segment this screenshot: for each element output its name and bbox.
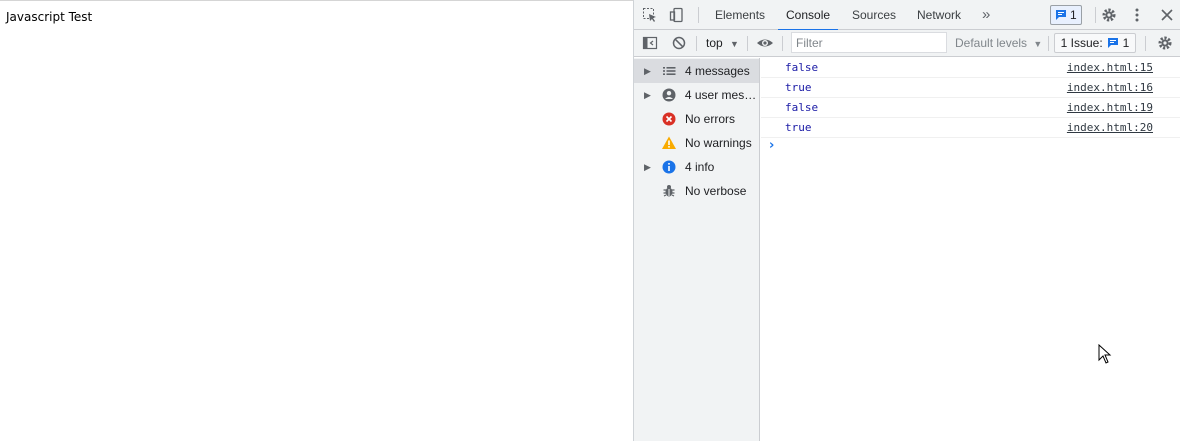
more-vert-icon[interactable] (1129, 7, 1145, 23)
chevron-down-icon: ▼ (730, 39, 739, 49)
console-messages: false index.html:15 true index.html:16 f… (761, 58, 1180, 441)
mouse-cursor-icon (1098, 343, 1112, 367)
console-settings-icon[interactable] (1157, 35, 1173, 51)
devtools-tabbar: Elements Console Sources Network » 1 (634, 0, 1180, 31)
sidebar-item-verbose[interactable]: No verbose (634, 179, 759, 203)
sidebar-item-label: 4 messages (685, 64, 750, 78)
sidebar-item-label: 4 info (685, 160, 715, 174)
console-message-text: false (785, 101, 819, 114)
sidebar-item-warnings[interactable]: No warnings (634, 131, 759, 155)
console-message-row: true index.html:16 (761, 78, 1180, 98)
info-icon (661, 159, 677, 175)
more-tabs-button[interactable]: » (982, 0, 990, 30)
sidebar-item-label: No errors (685, 112, 736, 126)
sidebar-item-messages[interactable]: ▶ 4 messages (634, 59, 759, 83)
console-toolbar: top ▼ Default levels ▼ 1 Issue: 1 (634, 30, 1180, 57)
clear-console-icon[interactable] (671, 35, 687, 51)
warning-icon (661, 135, 677, 151)
console-message-row: false index.html:15 (761, 58, 1180, 78)
sidebar-item-label: No warnings (685, 136, 752, 150)
expand-arrow-icon[interactable]: ▶ (644, 66, 654, 77)
filter-input[interactable] (791, 32, 947, 53)
list-icon (661, 63, 677, 79)
console-message-text: true (785, 81, 812, 94)
tab-sources[interactable]: Sources (852, 0, 896, 30)
issues-count: 1 (1122, 36, 1130, 50)
issues-button[interactable]: 1 Issue: 1 (1054, 33, 1136, 53)
source-link[interactable]: index.html:19 (1067, 101, 1153, 114)
console-sidebar: ▶ 4 messages ▶ 4 user mess... No errors (634, 58, 760, 441)
tab-console[interactable]: Console (777, 0, 839, 31)
device-toolbar-icon[interactable] (669, 7, 685, 23)
console-message-text: false (785, 61, 819, 74)
user-icon (661, 87, 677, 103)
issues-badge-count: 1 (1070, 8, 1077, 22)
bug-icon (661, 183, 677, 199)
log-levels-dropdown[interactable]: Default levels ▼ (955, 30, 1042, 57)
close-icon[interactable] (1159, 7, 1175, 23)
page-heading: Javascript Test (6, 10, 93, 24)
log-levels-label: Default levels (955, 36, 1028, 50)
console-prompt-icon[interactable]: › (769, 138, 774, 153)
sidebar-toggle-icon[interactable] (642, 35, 658, 51)
console-message-row: true index.html:20 (761, 118, 1180, 138)
console-message-row: false index.html:19 (761, 98, 1180, 118)
sidebar-item-info[interactable]: ▶ 4 info (634, 155, 759, 179)
console-message-text: true (785, 121, 812, 134)
expand-arrow-icon[interactable]: ▶ (644, 90, 654, 101)
issues-label: 1 Issue: (1060, 36, 1103, 50)
tab-elements[interactable]: Elements (715, 0, 765, 30)
sidebar-item-label: 4 user mess... (684, 88, 759, 102)
settings-icon[interactable] (1101, 7, 1117, 23)
issues-badge[interactable]: 1 (1050, 5, 1082, 25)
tab-network[interactable]: Network (917, 0, 961, 30)
context-label: top (706, 36, 723, 50)
devtools-panel: Elements Console Sources Network » 1 top… (633, 0, 1180, 441)
source-link[interactable]: index.html:15 (1067, 61, 1153, 74)
message-icon (1055, 9, 1067, 21)
live-expression-eye-icon[interactable] (756, 35, 774, 51)
sidebar-item-label: No verbose (685, 184, 747, 198)
context-selector[interactable]: top ▼ (706, 30, 739, 57)
sidebar-item-user-messages[interactable]: ▶ 4 user mess... (634, 83, 759, 107)
inspect-element-icon[interactable] (642, 7, 658, 23)
chevron-down-icon: ▼ (1033, 39, 1043, 49)
source-link[interactable]: index.html:16 (1067, 81, 1153, 94)
source-link[interactable]: index.html:20 (1067, 121, 1153, 134)
page-viewport: Javascript Test (0, 0, 633, 441)
sidebar-item-errors[interactable]: No errors (634, 107, 759, 131)
expand-arrow-icon[interactable]: ▶ (644, 162, 654, 173)
error-icon (661, 111, 677, 127)
message-icon (1107, 37, 1119, 49)
